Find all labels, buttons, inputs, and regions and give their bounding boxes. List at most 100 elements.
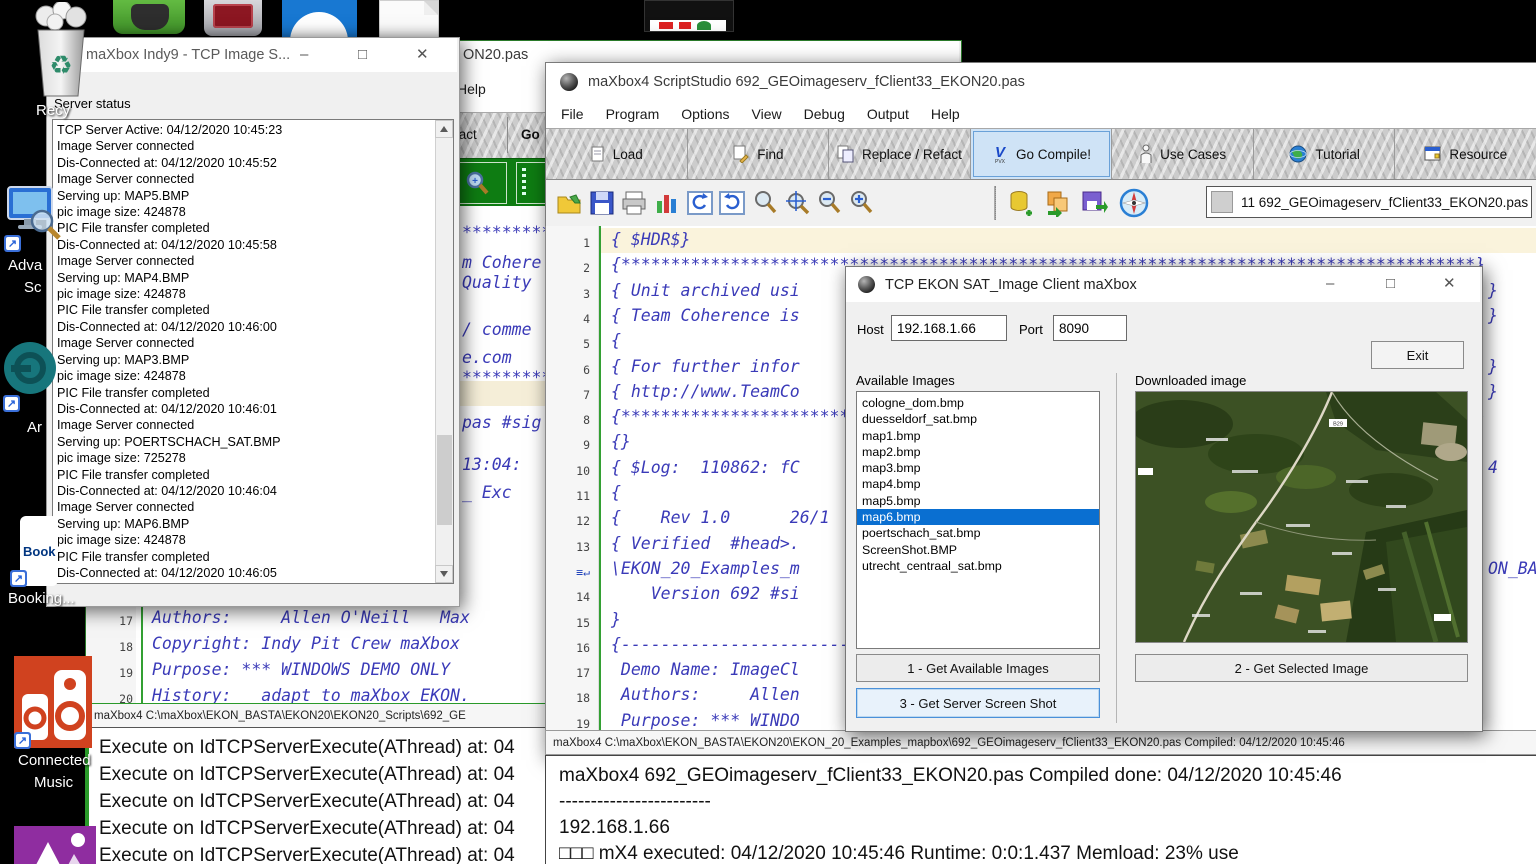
paste-add-icon[interactable]: [1044, 189, 1072, 217]
server-log-listbox[interactable]: TCP Server Active: 04/12/2020 10:45:23Im…: [52, 119, 454, 584]
studio-output[interactable]: maXbox4 692_GEOimageserv_fClient33_EKON2…: [545, 755, 1536, 864]
zoom-in-icon[interactable]: [848, 189, 876, 217]
menu-debug[interactable]: Debug: [793, 101, 856, 127]
undo-icon[interactable]: [686, 189, 714, 217]
tutorial-button[interactable]: Tutorial: [1254, 129, 1396, 179]
file-selector-swatch: [1211, 191, 1233, 213]
code-line: { $Log: 110862: fC: [611, 458, 800, 477]
line-number: 17: [546, 666, 590, 680]
console-line: Execute on IdTCPServerExecute(AThread) a…: [99, 788, 549, 815]
print-icon[interactable]: [620, 189, 648, 217]
booking-label: Booking...: [8, 590, 75, 607]
studio-titlebar[interactable]: maXbox4 ScriptStudio 692_GEOimageserv_fC…: [546, 63, 1536, 100]
code-line: { Unit archived usi: [611, 281, 800, 300]
globe-icon: [1288, 144, 1308, 164]
maximize-icon[interactable]: □: [358, 47, 367, 62]
zoom-out-icon[interactable]: [816, 189, 844, 217]
recycle-bin-icon[interactable]: ♻ Recy: [28, 2, 94, 122]
blue-app-icon[interactable]: [282, 0, 357, 38]
list-item[interactable]: cologne_dom.bmp: [857, 395, 1099, 411]
menu-options[interactable]: Options: [670, 101, 740, 127]
dialog-titlebar[interactable]: TCP EKON SAT_Image Client maXbox – □ ✕: [846, 267, 1480, 302]
vs-app-icon[interactable]: [644, 0, 734, 32]
redo-icon[interactable]: [718, 189, 746, 217]
console-line: Execute on IdTCPServerExecute(AThread) a…: [99, 815, 549, 842]
code-line: { Rev 1.0 26/1: [611, 508, 830, 527]
tool-app-icon[interactable]: [204, 0, 262, 36]
log-line: pic image size: 424878: [53, 368, 453, 384]
list-item[interactable]: utrecht_centraal_sat.bmp: [857, 558, 1099, 574]
scroll-up-button[interactable]: [435, 120, 453, 138]
log-line: Image Server connected: [53, 335, 453, 351]
zoom-fit-icon[interactable]: [784, 189, 812, 217]
code-line: { For further infor: [611, 357, 800, 376]
advanced-scan-icon[interactable]: ↗ Adva Sc: [4, 183, 64, 305]
list-item[interactable]: ScreenShot.BMP: [857, 542, 1099, 558]
open-file-icon[interactable]: [556, 189, 584, 217]
teal-circle-icon: [3, 341, 57, 395]
chart-icon[interactable]: [652, 189, 680, 217]
downloaded-image-label: Downloaded image: [1135, 373, 1246, 388]
exit-button[interactable]: Exit: [1371, 341, 1464, 369]
archive-app-icon[interactable]: ↗ Ar: [3, 341, 59, 441]
minimize-icon[interactable]: –: [300, 47, 308, 62]
scrollbar[interactable]: [435, 120, 453, 583]
zoom-icon[interactable]: [752, 189, 780, 217]
menu-output[interactable]: Output: [856, 101, 920, 127]
maxbox-logo-icon: [560, 73, 578, 91]
save-run-icon[interactable]: [1080, 189, 1108, 217]
studio-statusbar: maXbox4 C:\maXbox\EKON_BASTA\EKON20\EKON…: [545, 730, 1536, 755]
get-selected-image-button[interactable]: 2 - Get Selected Image: [1135, 654, 1468, 682]
scroll-down-button[interactable]: [435, 565, 453, 583]
menu-program[interactable]: Program: [595, 101, 671, 127]
log-line: Serving up: MAP6.BMP: [53, 516, 453, 532]
available-images-listbox[interactable]: cologne_dom.bmpduesseldorf_sat.bmpmap1.b…: [856, 391, 1100, 649]
use-cases-button[interactable]: Use Cases: [1112, 129, 1254, 179]
booking-icon[interactable]: Book ↗ Booking...: [20, 516, 90, 612]
compass-icon[interactable]: [1118, 187, 1150, 219]
menu-file[interactable]: File: [550, 101, 595, 127]
purple-app-icon[interactable]: [14, 826, 96, 864]
find-button[interactable]: Find: [688, 129, 830, 179]
db-add-icon[interactable]: [1008, 189, 1036, 217]
connected-music-label-2: Music: [34, 774, 73, 791]
code-fragment: / comme: [462, 320, 532, 339]
line-number: 10: [546, 464, 590, 478]
host-input[interactable]: [891, 315, 1007, 341]
resource-button[interactable]: Resource: [1395, 129, 1536, 179]
bg-toolbar-go-fragment[interactable]: Go: [521, 127, 540, 142]
file-selector[interactable]: 11 692_GEOimageserv_fClient33_EKON20.pas: [1206, 186, 1532, 218]
get-server-screenshot-button[interactable]: 3 - Get Server Screen Shot: [856, 688, 1100, 718]
menu-help[interactable]: Help: [920, 101, 971, 127]
list-item[interactable]: map4.bmp: [857, 476, 1099, 492]
save-icon[interactable]: [588, 189, 616, 217]
list-item[interactable]: map5.bmp: [857, 493, 1099, 509]
connected-music-icon[interactable]: ↗ Connected Music: [14, 656, 100, 796]
shortcut-arrow-icon: ↗: [4, 235, 21, 252]
document-icon[interactable]: [379, 0, 439, 40]
green-app-icon[interactable]: [113, 0, 185, 34]
list-item[interactable]: poertschach_sat.bmp: [857, 525, 1099, 541]
bg-console[interactable]: Execute on IdTCPServerExecute(AThread) a…: [85, 727, 549, 864]
menu-view[interactable]: View: [741, 101, 793, 127]
list-item[interactable]: map1.bmp: [857, 428, 1099, 444]
go-compile-button[interactable]: VPVX Go Compile!: [971, 129, 1113, 179]
maximize-icon[interactable]: □: [1386, 276, 1395, 291]
list-item[interactable]: map2.bmp: [857, 444, 1099, 460]
list-item[interactable]: map3.bmp: [857, 460, 1099, 476]
replace-refact-button[interactable]: Replace / Refact: [829, 129, 971, 179]
minimize-icon[interactable]: –: [1326, 276, 1334, 291]
list-item[interactable]: duesseldorf_sat.bmp: [857, 411, 1099, 427]
port-input[interactable]: [1053, 315, 1127, 341]
maxbox-logo-icon: [858, 276, 875, 293]
dialog-divider: [1116, 373, 1117, 723]
list-item[interactable]: map6.bmp: [857, 509, 1099, 525]
close-icon[interactable]: ✕: [416, 47, 429, 62]
indy-titlebar[interactable]: maXbox Indy9 - TCP Image S... – □ ✕: [47, 38, 457, 72]
scroll-thumb[interactable]: [437, 435, 452, 525]
close-icon[interactable]: ✕: [1443, 276, 1456, 291]
get-available-images-button[interactable]: 1 - Get Available Images: [856, 654, 1100, 682]
log-line: Serving up: POERTSCHACH_SAT.BMP: [53, 434, 453, 450]
connected-music-label-1: Connected: [18, 752, 91, 769]
load-button[interactable]: Load: [546, 129, 688, 179]
